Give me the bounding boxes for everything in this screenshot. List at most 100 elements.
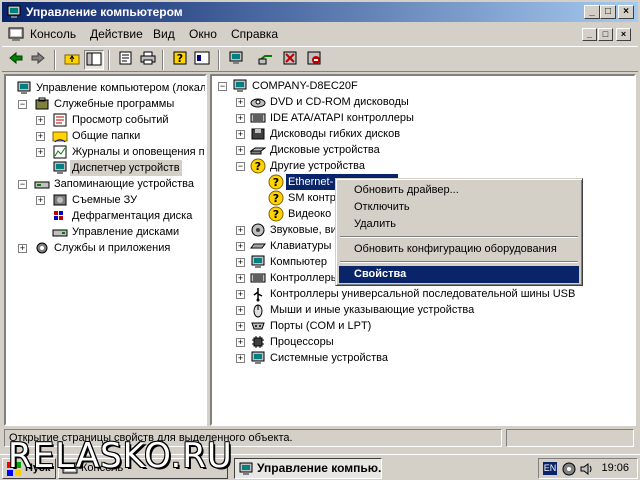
show-hide-icon[interactable]: [192, 50, 212, 70]
console-icon[interactable]: [8, 26, 24, 42]
expand-toggle[interactable]: +: [236, 274, 245, 283]
mdi-close-button[interactable]: ×: [616, 28, 631, 41]
menu-window[interactable]: Окно: [189, 27, 217, 41]
tree-label-selected: Диспетчер устройств: [70, 160, 182, 176]
device-node-mice[interactable]: + Мыши и иные указывающие устройства: [216, 302, 616, 318]
device-label: Дисководы гибких дисков: [270, 128, 401, 140]
device-label: Звуковые, ви: [270, 224, 337, 236]
computer-icon: [233, 79, 247, 92]
close-button[interactable]: ×: [618, 5, 634, 19]
device-node-other-devices[interactable]: − ? Другие устройства: [216, 158, 616, 174]
tree-node-defrag[interactable]: Дефрагментация диска: [10, 208, 205, 224]
expand-toggle[interactable]: +: [236, 114, 245, 123]
title-bar[interactable]: Управление компьютером _ □ ×: [2, 2, 638, 22]
clock: 19:06: [601, 462, 629, 474]
toolbar-separator: [162, 50, 164, 70]
scan-hardware-icon[interactable]: [256, 50, 276, 70]
expand-toggle[interactable]: +: [236, 258, 245, 267]
properties-icon[interactable]: [116, 50, 136, 70]
expand-toggle[interactable]: +: [236, 338, 245, 347]
expand-toggle[interactable]: +: [36, 132, 45, 141]
disable-icon[interactable]: [304, 50, 324, 70]
expand-toggle[interactable]: +: [236, 98, 245, 107]
back-arrow-icon[interactable]: [6, 50, 26, 70]
sound-icon: [251, 223, 265, 237]
tree-node-event-viewer[interactable]: + Просмотр событий: [10, 112, 205, 128]
mdi-restore-button[interactable]: □: [598, 28, 613, 41]
tree-node-disk-management[interactable]: Управление дисками: [10, 224, 205, 240]
device-node-system[interactable]: + Системные устройства: [216, 350, 616, 366]
device-manager-icon: [53, 161, 67, 174]
forward-arrow-icon[interactable]: [28, 50, 48, 70]
disk-drive-icon: [250, 147, 266, 155]
menu-item-scan-hardware[interactable]: Обновить конфигурацию оборудования: [339, 241, 579, 258]
menu-item-update-driver[interactable]: Обновить драйвер...: [339, 182, 579, 199]
toolbar-separator: [218, 50, 220, 70]
minimize-button[interactable]: _: [584, 5, 600, 19]
menu-item-properties[interactable]: Свойства: [339, 266, 579, 283]
menu-item-uninstall[interactable]: Удалить: [339, 216, 579, 233]
network-icon[interactable]: [561, 461, 577, 477]
menu-item-disable[interactable]: Отключить: [339, 199, 579, 216]
language-indicator[interactable]: EN: [543, 462, 557, 475]
device-node-floppy[interactable]: + Дисководы гибких дисков: [216, 126, 616, 142]
device-node-dvd[interactable]: + DVD и CD-ROM дисководы: [216, 94, 616, 110]
console-tree-pane[interactable]: Управление компьютером (локаль − Служебн…: [4, 74, 207, 426]
help-icon[interactable]: ?: [170, 50, 190, 70]
tree-node-shared-folders[interactable]: + Общие папки: [10, 128, 205, 144]
tree-node-storage[interactable]: − Запоминающие устройства: [10, 176, 205, 192]
collapse-toggle[interactable]: −: [236, 162, 245, 171]
device-node-computer-root[interactable]: − COMPANY-D8EC20F: [216, 78, 616, 94]
tree-node-removable-storage[interactable]: + Съемные ЗУ: [10, 192, 205, 208]
expand-toggle[interactable]: +: [236, 354, 245, 363]
device-label: Мыши и иные указывающие устройства: [270, 304, 475, 316]
floppy-drive-icon: [251, 128, 265, 140]
tree-node-system-tools[interactable]: − Служебные программы: [10, 96, 205, 112]
tree-node-device-manager[interactable]: Диспетчер устройств: [10, 160, 205, 176]
unknown-device-icon: ?: [268, 174, 284, 190]
mouse-icon: [253, 304, 263, 318]
volume-icon[interactable]: [579, 461, 595, 477]
show-tree-icon[interactable]: [84, 50, 104, 70]
device-node-disk-drives[interactable]: + Дисковые устройства: [216, 142, 616, 158]
collapse-toggle[interactable]: −: [18, 100, 27, 109]
tree-node-services-apps[interactable]: + Службы и приложения: [10, 240, 205, 256]
uninstall-icon[interactable]: [280, 50, 300, 70]
watermark: RELASKO.RU: [8, 436, 233, 476]
tree-label: Общие папки: [72, 130, 141, 142]
tree-label: Управление компьютером (локаль: [36, 82, 207, 94]
expand-toggle[interactable]: +: [236, 290, 245, 299]
expand-toggle[interactable]: +: [36, 148, 45, 157]
taskbar-button-computer-management[interactable]: Управление компью...: [234, 458, 382, 479]
collapse-toggle[interactable]: −: [18, 180, 27, 189]
device-node-processors[interactable]: + Процессоры: [216, 334, 616, 350]
expand-toggle[interactable]: +: [236, 146, 245, 155]
device-node-ide[interactable]: + IDE ATA/ATAPI контроллеры: [216, 110, 616, 126]
expand-toggle[interactable]: +: [236, 242, 245, 251]
tree-node-computer-management[interactable]: Управление компьютером (локаль: [10, 80, 207, 96]
device-node-usb[interactable]: + Контроллеры универсальной последовател…: [216, 286, 616, 302]
expand-toggle[interactable]: +: [18, 244, 27, 253]
mdi-minimize-button[interactable]: _: [582, 28, 597, 41]
device-node-ports[interactable]: + Порты (COM и LPT): [216, 318, 616, 334]
tree-node-logs-alerts[interactable]: + Журналы и оповещения пр: [10, 144, 205, 160]
expand-toggle[interactable]: +: [36, 116, 45, 125]
menu-help[interactable]: Справка: [231, 27, 278, 41]
collapse-toggle[interactable]: −: [218, 82, 227, 91]
expand-toggle[interactable]: +: [236, 306, 245, 315]
menu-view[interactable]: Вид: [153, 27, 175, 41]
device-label: DVD и CD-ROM дисководы: [270, 96, 409, 108]
print-icon[interactable]: [138, 50, 158, 70]
maximize-button[interactable]: □: [600, 5, 616, 19]
menu-console[interactable]: Консоль: [30, 27, 76, 41]
device-label: Порты (COM и LPT): [270, 320, 372, 332]
menu-action[interactable]: Действие: [90, 27, 143, 41]
expand-toggle[interactable]: +: [36, 196, 45, 205]
device-label: Клавиатуры: [270, 240, 332, 252]
expand-toggle[interactable]: +: [236, 322, 245, 331]
svg-text:?: ?: [255, 160, 261, 173]
expand-toggle[interactable]: +: [236, 226, 245, 235]
up-folder-icon[interactable]: [62, 50, 82, 70]
expand-toggle[interactable]: +: [236, 130, 245, 139]
computer-icon[interactable]: [226, 50, 246, 70]
